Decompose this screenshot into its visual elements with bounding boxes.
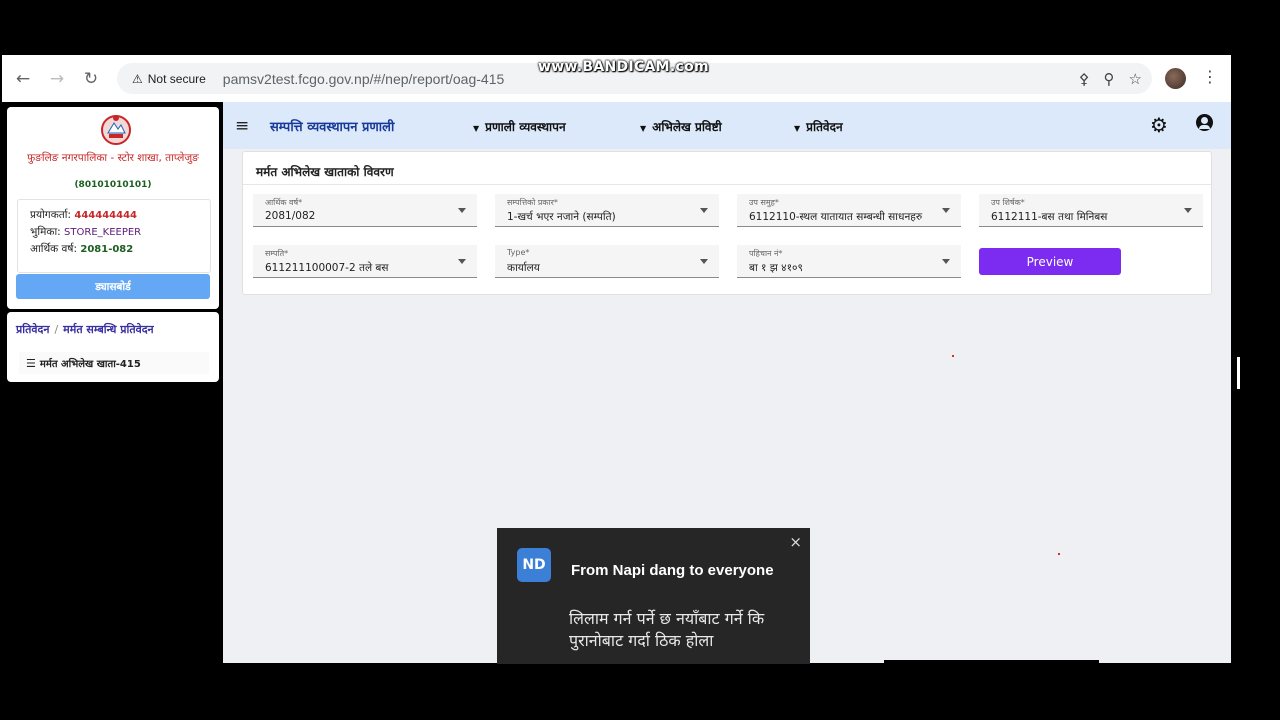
caret-down-icon: ▼ xyxy=(794,124,801,133)
nepal-emblem-icon xyxy=(101,115,131,145)
org-card: फुङलिङ नगरपालिका - स्टोर शाखा, ताप्लेजुङ… xyxy=(7,107,219,309)
role-value: STORE_KEEPER xyxy=(64,227,142,238)
sub-heading-select[interactable]: उप शिर्षक* 6112111-बस तथा मिनिबस xyxy=(979,194,1203,227)
nav-label: प्रतिवेदन xyxy=(806,120,843,134)
nav-label: प्रणाली व्यवस्थापन xyxy=(485,120,566,134)
url-text[interactable]: pamsv2test.fcgo.gov.np/#/nep/report/oag-… xyxy=(223,71,504,87)
field-label: Type* xyxy=(507,248,530,257)
browser-menu-icon[interactable]: ⋮ xyxy=(1202,67,1218,86)
warning-icon: ⚠ xyxy=(132,71,143,86)
breadcrumb-maintenance[interactable]: मर्मत सम्बन्धि प्रतिवेदन xyxy=(63,323,153,336)
back-icon[interactable]: ← xyxy=(6,62,40,96)
dropdown-arrow-icon xyxy=(942,259,950,264)
top-navigation: ≡ सम्पत्ति व्यवस्थापन प्रणाली ▼ प्रणाली व… xyxy=(223,102,1231,149)
bookmark-star-icon[interactable]: ☆ xyxy=(1129,70,1142,88)
menu-item-label: मर्मत अभिलेख खाता-415 xyxy=(39,359,141,370)
field-value: 611211100007-2 तले बस xyxy=(265,262,389,274)
reload-icon[interactable]: ↻ xyxy=(74,62,108,96)
report-form-card: मर्मत अभिलेख खाताको विवरण आर्थिक वर्ष* 2… xyxy=(242,151,1212,295)
gear-icon[interactable]: ⚙ xyxy=(1150,113,1168,137)
zoom-icon[interactable]: ⚲ xyxy=(1104,70,1115,88)
fiscal-year-label: आर्थिक वर्ष: xyxy=(30,243,78,255)
preview-button[interactable]: Preview xyxy=(979,248,1121,275)
account-icon[interactable] xyxy=(1196,114,1213,131)
app-title[interactable]: सम्पत्ति व्यवस्थापन प्रणाली xyxy=(270,117,394,135)
asset-type-select[interactable]: सम्पत्तिको प्रकार* 1-खर्च भएर नजाने (सम्… xyxy=(495,194,719,227)
dropdown-arrow-icon xyxy=(458,208,466,213)
nav-record-entry[interactable]: ▼ अभिलेख प्रविष्टी xyxy=(640,118,722,135)
chat-sender: From Napi dang to everyone xyxy=(571,562,774,579)
browser-toolbar: ← → ↻ ⚠ Not secure pamsv2test.fcgo.gov.n… xyxy=(2,55,1231,102)
close-icon[interactable]: × xyxy=(789,533,802,551)
field-value: बा १ झ ४१०९ xyxy=(749,262,803,274)
type-select[interactable]: Type* कार्यालय xyxy=(495,245,719,278)
dropdown-arrow-icon xyxy=(1184,208,1192,213)
chat-notification[interactable]: × ND From Napi dang to everyone लिलाम गर… xyxy=(497,528,810,664)
list-icon: ☰ xyxy=(26,356,36,370)
card-title: मर्मत अभिलेख खाताको विवरण xyxy=(256,165,394,179)
stray-dot xyxy=(952,355,954,357)
forward-icon[interactable]: → xyxy=(40,62,74,96)
breadcrumb-separator: / xyxy=(54,323,59,336)
bottom-bar xyxy=(884,660,1099,664)
recording-watermark: www.BANDICAM.com xyxy=(538,59,709,75)
field-label: सम्पति* xyxy=(265,249,289,258)
nav-label: अभिलेख प्रविष्टी xyxy=(652,120,722,134)
menu-toggle-icon[interactable]: ≡ xyxy=(235,116,249,136)
field-value: 1-खर्च भएर नजाने (सम्पति) xyxy=(507,211,616,223)
sender-avatar: ND xyxy=(517,548,551,582)
sub-group-select[interactable]: उप समुह* 6112110-स्थल यातायात सम्बन्धी स… xyxy=(737,194,961,227)
dropdown-arrow-icon xyxy=(700,259,708,264)
field-value: कार्यालय xyxy=(507,262,540,274)
divider xyxy=(243,184,1211,185)
field-label: आर्थिक वर्ष* xyxy=(265,198,303,207)
org-code: (80101010101) xyxy=(74,180,152,190)
field-label: उप शिर्षक* xyxy=(991,198,1025,207)
nav-report[interactable]: ▼ प्रतिवेदन xyxy=(794,118,843,135)
fiscal-year-select[interactable]: आर्थिक वर्ष* 2081/082 xyxy=(253,194,477,227)
menu-card: प्रतिवेदन / मर्मत सम्बन्धि प्रतिवेदन ☰ मर्… xyxy=(7,312,219,382)
profile-avatar[interactable] xyxy=(1165,68,1186,89)
fiscal-year-value: 2081-082 xyxy=(80,244,134,255)
dropdown-arrow-icon xyxy=(458,259,466,264)
dropdown-arrow-icon xyxy=(700,208,708,213)
field-label: उप समुह* xyxy=(749,198,779,207)
org-name: फुङलिङ नगरपालिका - स्टोर शाखा, ताप्लेजुङ xyxy=(27,152,199,164)
stray-dot xyxy=(1058,553,1060,555)
caret-down-icon: ▼ xyxy=(473,124,480,133)
sidebar: फुङलिङ नगरपालिका - स्टोर शाखा, ताप्लेजुङ… xyxy=(2,102,223,663)
chat-message: लिलाम गर्न पर्ने छ नयाँबाट गर्ने कि पुरा… xyxy=(569,609,765,650)
dropdown-arrow-icon xyxy=(942,208,950,213)
dashboard-button[interactable]: ड्यासबोर्ड xyxy=(16,274,210,299)
not-secure-label: Not secure xyxy=(147,71,206,86)
scroll-indicator xyxy=(1237,357,1240,389)
field-label: पहिचान नं* xyxy=(749,249,783,258)
asset-select[interactable]: सम्पति* 611211100007-2 तले बस xyxy=(253,245,477,278)
role-label: भुमिका: xyxy=(30,226,61,238)
field-label: सम्पत्तिको प्रकार* xyxy=(507,198,558,207)
user-value: 444444444 xyxy=(74,210,137,221)
user-info: प्रयोगकर्ता: 444444444 भुमिका: STORE_KEE… xyxy=(17,199,211,273)
field-value: 6112111-बस तथा मिनिबस xyxy=(991,211,1108,223)
identification-number-select[interactable]: पहिचान नं* बा १ झ ४१०९ xyxy=(737,245,961,278)
field-value: 2081/082 xyxy=(265,210,316,222)
not-secure-chip[interactable]: ⚠ Not secure xyxy=(125,72,213,86)
nav-system-management[interactable]: ▼ प्रणाली व्यवस्थापन xyxy=(473,118,566,135)
breadcrumb: प्रतिवेदन / मर्मत सम्बन्धि प्रतिवेदन xyxy=(16,322,154,337)
menu-item-oag-415[interactable]: ☰ मर्मत अभिलेख खाता-415 xyxy=(19,352,209,374)
caret-down-icon: ▼ xyxy=(640,124,647,133)
key-icon[interactable]: ⚴ xyxy=(1079,70,1090,88)
user-label: प्रयोगकर्ता: xyxy=(30,209,72,221)
breadcrumb-report[interactable]: प्रतिवेदन xyxy=(16,323,49,336)
field-value: 6112110-स्थल यातायात सम्बन्धी साधनहरु xyxy=(749,211,923,223)
